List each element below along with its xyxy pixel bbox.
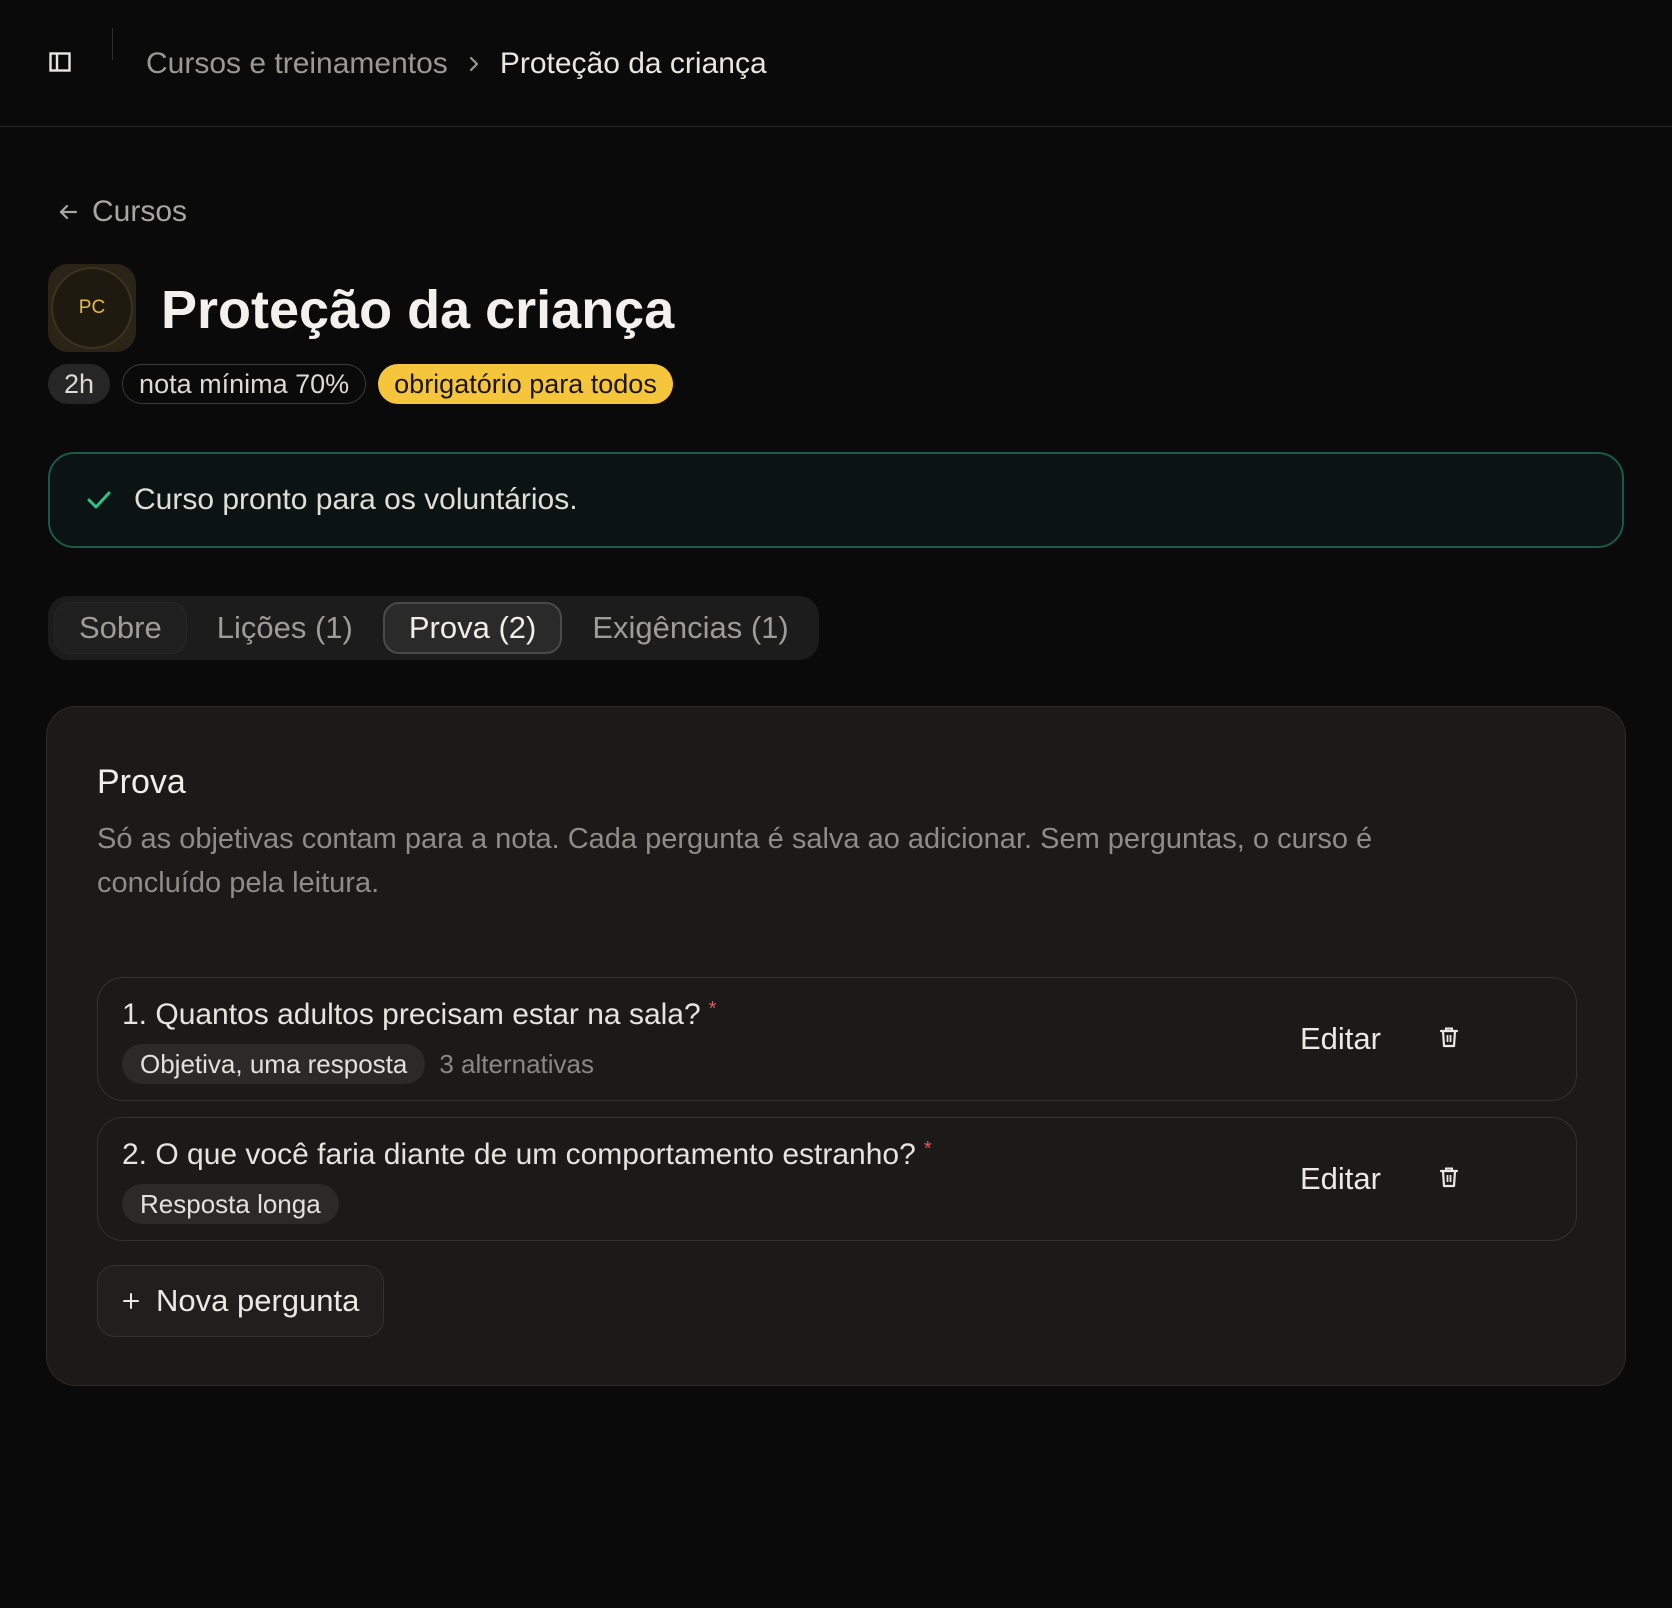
new-question-label: Nova pergunta [156, 1283, 360, 1318]
topbar-divider [112, 28, 113, 60]
question-label: 2. O que você faria diante de um comport… [122, 1138, 916, 1171]
question-label: 1. Quantos adultos precisam estar na sal… [122, 998, 701, 1031]
question-item: 2. O que você faria diante de um comport… [97, 1117, 1577, 1241]
trash-icon [1439, 1166, 1459, 1193]
alternatives-count: 3 alternativas [439, 1048, 595, 1079]
course-badges: 2h nota mínima 70% obrigatório para todo… [48, 364, 673, 404]
exam-card: Prova Só as objetivas contam para a nota… [46, 706, 1626, 1386]
edit-question-button[interactable]: Editar [1300, 1012, 1381, 1066]
question-text: 1. Quantos adultos precisam estar na sal… [122, 998, 716, 1032]
breadcrumb: Cursos e treinamentos Proteção da crianç… [146, 44, 767, 84]
trash-icon [1439, 1026, 1459, 1053]
min-grade-badge: nota mínima 70% [122, 364, 367, 404]
page-title: Proteção da criança [161, 280, 675, 340]
sidebar-toggle-button[interactable] [40, 44, 80, 84]
chevron-right-icon [468, 55, 480, 73]
course-tabs: Sobre Lições (1) Prova (2) Exigências (1… [48, 596, 819, 660]
duration-badge: 2h [48, 364, 111, 404]
check-icon [86, 490, 112, 510]
edit-question-button[interactable]: Editar [1300, 1152, 1381, 1206]
required-marker: * [708, 998, 717, 1020]
question-type-badge: Objetiva, uma resposta [122, 1044, 426, 1084]
question-text: 2. O que você faria diante de um comport… [122, 1138, 932, 1172]
mandatory-badge: obrigatório para todos [378, 364, 673, 404]
plus-icon [122, 1292, 140, 1310]
exam-description: Só as objetivas contam para a nota. Cada… [97, 823, 1373, 899]
question-meta: Objetiva, uma resposta 3 alternativas [122, 1044, 594, 1084]
tab-sobre[interactable]: Sobre [54, 602, 187, 654]
delete-question-button[interactable] [1426, 1156, 1472, 1202]
required-marker: * [923, 1138, 932, 1160]
exam-title: Prova [97, 763, 186, 801]
tab-prova[interactable]: Prova (2) [382, 602, 563, 654]
course-ready-alert: Curso pronto para os voluntários. [48, 452, 1624, 548]
question-type-badge: Resposta longa [122, 1184, 339, 1224]
alert-text: Curso pronto para os voluntários. [134, 483, 578, 516]
course-avatar: PC [48, 264, 136, 352]
avatar-initials: PC [51, 267, 133, 349]
arrow-left-icon [58, 203, 78, 221]
question-meta: Resposta longa [122, 1184, 339, 1224]
top-bar: Cursos e treinamentos Proteção da crianç… [0, 0, 1672, 127]
question-item: 1. Quantos adultos precisam estar na sal… [97, 977, 1577, 1101]
breadcrumb-parent-link[interactable]: Cursos e treinamentos [146, 47, 448, 81]
breadcrumb-current: Proteção da criança [499, 47, 767, 80]
delete-question-button[interactable] [1426, 1016, 1472, 1062]
tab-licoes[interactable]: Lições (1) [193, 602, 377, 654]
sidebar-icon [49, 51, 71, 77]
back-to-courses-link[interactable]: Cursos [58, 192, 187, 232]
new-question-button[interactable]: Nova pergunta [97, 1265, 385, 1337]
back-link-label: Cursos [92, 195, 188, 228]
tab-exigencias[interactable]: Exigências (1) [568, 602, 812, 654]
